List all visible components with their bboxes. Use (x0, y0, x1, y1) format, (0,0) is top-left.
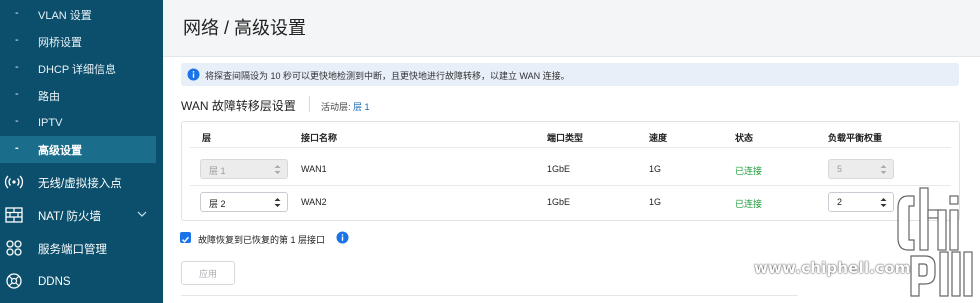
sidebar-item-bridge[interactable]: - 网桥设置 (0, 28, 156, 55)
sidebar-item-dhcp[interactable]: - DHCP 详细信息 (0, 55, 156, 82)
info-icon[interactable] (336, 231, 349, 244)
apply-button[interactable]: 应用 (181, 261, 235, 285)
interface-name: WAN1 (301, 164, 327, 174)
sidebar-item-label: 服务端口管理 (38, 243, 107, 256)
sidebar-item-wireless[interactable]: 无线/虚拟接入点 (0, 166, 163, 199)
sidebar-item-label: DHCP 详细信息 (38, 63, 117, 76)
sidebar-item-advanced[interactable]: - 高级设置 (0, 136, 156, 163)
watermark-text: www.chiphell.com (754, 259, 911, 277)
sidebar: - VLAN 设置 - 网桥设置 - DHCP 详细信息 - 路由 - IPTV… (0, 0, 163, 303)
ddns-icon (6, 273, 22, 289)
sidebar-item-routing[interactable]: - 路由 (0, 82, 156, 109)
sidebar-item-label: IPTV (38, 116, 63, 129)
column-header: 负载平衡权重 (828, 133, 883, 143)
info-banner: 将探查间隔设为 10 秒可以更快地检测到中断，且更快地进行故障转移，以建立 WA… (181, 63, 959, 86)
select-arrows-icon (880, 165, 887, 174)
sidebar-item-label: 高级设置 (38, 144, 82, 157)
divider (309, 96, 310, 112)
sidebar-item-iptv[interactable]: - IPTV (0, 109, 156, 136)
status-text: 已连接 (735, 199, 763, 209)
bullet-dash: - (15, 88, 19, 100)
wireless-icon (4, 175, 24, 189)
page-header: 网络 / 高级设置 (163, 0, 980, 57)
port-type: 1GbE (547, 197, 571, 207)
tier-select-value: 层 2 (209, 199, 226, 209)
checkmark-icon (181, 236, 190, 243)
sidebar-item-label: DDNS (38, 275, 71, 288)
bullet-dash: - (15, 7, 19, 19)
tier-select[interactable]: 层 2 (200, 192, 288, 212)
tier-select-value: 层 1 (209, 166, 226, 176)
bullet-dash: - (15, 115, 19, 127)
active-tier-label: 活动层: (321, 102, 351, 112)
weight-select-value: 5 (837, 164, 843, 174)
chevron-down-icon[interactable] (136, 208, 148, 220)
column-header: 层 (202, 133, 212, 143)
select-arrows-icon (274, 198, 281, 207)
sidebar-item-label: 网桥设置 (38, 36, 82, 49)
column-header: 速度 (649, 133, 668, 143)
column-header: 接口名称 (301, 133, 338, 143)
service-port-icon (6, 240, 22, 256)
active-tier-value: 层 1 (353, 102, 370, 112)
weight-select[interactable]: 5 (828, 159, 894, 179)
sidebar-item-label: VLAN 设置 (38, 9, 92, 22)
sidebar-item-ddns[interactable]: DDNS (0, 265, 163, 298)
status-text: 已连接 (735, 166, 763, 176)
speed: 1G (649, 197, 662, 207)
chiphell-logo-watermark (897, 187, 973, 297)
info-icon (187, 68, 200, 81)
select-arrows-icon (274, 165, 281, 174)
sidebar-item-nat-firewall[interactable]: NAT/ 防火墙 (0, 199, 163, 232)
page-title: 网络 / 高级设置 (183, 18, 307, 38)
column-header: 状态 (735, 133, 754, 143)
failback-label: 故障恢复到已恢复的第 1 层接口 (198, 235, 326, 245)
row-divider (190, 147, 951, 148)
sidebar-item-label: NAT/ 防火墙 (38, 210, 102, 223)
tier-select[interactable]: 层 1 (200, 159, 288, 179)
column-header: 端口类型 (547, 133, 584, 143)
section-title: WAN 故障转移层设置 (181, 99, 296, 113)
divider (181, 295, 798, 296)
bullet-dash: - (15, 142, 19, 154)
port-type: 1GbE (547, 164, 571, 174)
interface-name: WAN2 (301, 197, 327, 207)
firewall-icon (5, 207, 23, 223)
speed: 1G (649, 164, 662, 174)
info-text: 将探查间隔设为 10 秒可以更快地检测到中断，且更快地进行故障转移，以建立 WA… (205, 71, 570, 81)
bullet-dash: - (15, 34, 19, 46)
sidebar-item-label: 无线/虚拟接入点 (38, 177, 122, 190)
sidebar-item-service-port[interactable]: 服务端口管理 (0, 232, 163, 265)
sidebar-item-vlan[interactable]: - VLAN 设置 (0, 1, 156, 28)
failback-checkbox[interactable] (180, 232, 191, 243)
sidebar-item-label: 路由 (38, 90, 60, 103)
bullet-dash: - (15, 61, 19, 73)
